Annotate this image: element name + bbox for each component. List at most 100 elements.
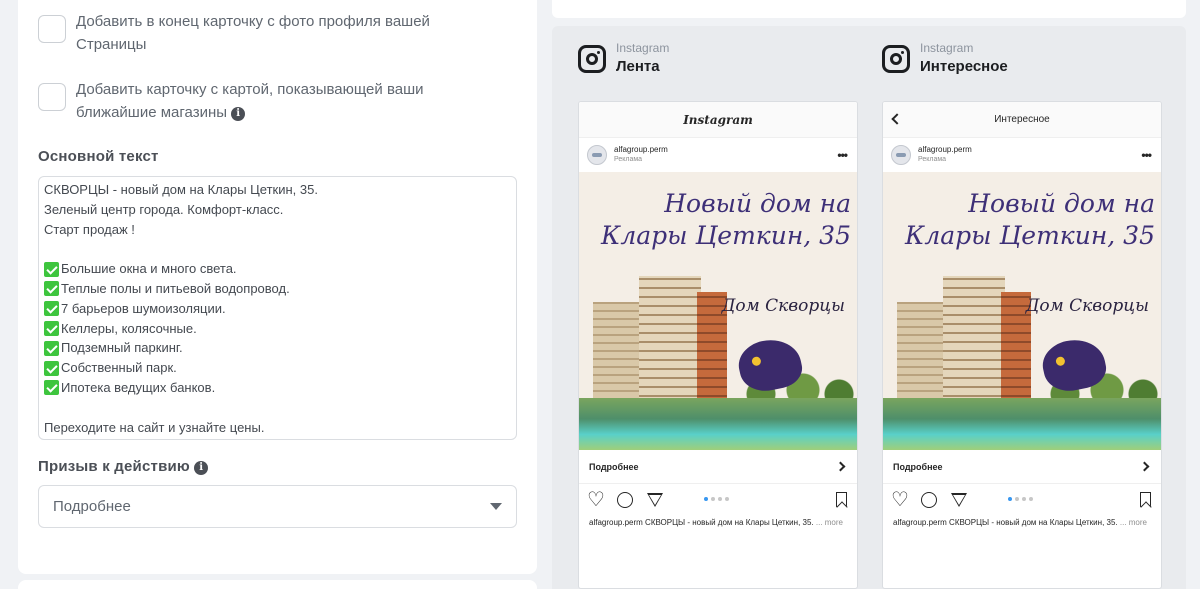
- carousel-pager: [1008, 497, 1033, 501]
- primary-text-line: Теплые полы и питьевой водопровод.: [44, 279, 511, 299]
- profile-card-label: Добавить в конец карточку с фото профиля…: [76, 13, 430, 53]
- map-card-checkbox[interactable]: [38, 83, 66, 111]
- ad-creative-image: Новый дом на Клары Цеткин, 35 Дом Скворц…: [579, 172, 857, 450]
- creative-headline: Новый дом на Клары Цеткин, 35: [905, 189, 1155, 250]
- primary-text-line: Келлеры, колясочные.: [44, 319, 511, 339]
- platform-name: Instagram: [920, 41, 974, 55]
- heart-icon[interactable]: [891, 492, 909, 508]
- bookmark-icon[interactable]: [836, 492, 847, 507]
- caption-more-link[interactable]: ... more: [816, 518, 843, 527]
- brand-logo-text: Дом Скворцы: [721, 296, 845, 316]
- more-options-icon[interactable]: •••: [1141, 148, 1152, 162]
- caption-text: СКВОРЦЫ - новый дом на Клары Цеткин, 35.: [645, 518, 814, 527]
- comment-icon[interactable]: [921, 492, 937, 508]
- primary-text-line: Подземный паркинг.: [44, 338, 511, 358]
- primary-text-line-content: Собственный парк.: [61, 360, 177, 376]
- map-card-label-text: Добавить карточку с картой, показывающей…: [76, 81, 424, 121]
- instagram-icon: [882, 45, 910, 73]
- carousel-pager: [704, 497, 729, 501]
- back-chevron-icon[interactable]: [891, 113, 903, 125]
- creative-headline: Новый дом на Клары Цеткин, 35: [601, 189, 851, 250]
- post-actions: [579, 484, 857, 516]
- cta-select[interactable]: Подробнее: [38, 485, 517, 528]
- park-illustration: [883, 398, 1161, 450]
- more-options-icon[interactable]: •••: [837, 148, 848, 162]
- sponsored-label: Реклама: [614, 156, 643, 163]
- chevron-right-icon: [1139, 461, 1150, 472]
- primary-text-line: Большие окна и много света.: [44, 259, 511, 279]
- brand-logo-text: Дом Скворцы: [1025, 296, 1149, 316]
- bookmark-icon[interactable]: [1140, 492, 1151, 507]
- cta-text: Подробнее: [893, 461, 943, 472]
- chevron-right-icon: [835, 461, 846, 472]
- cta-bar[interactable]: Подробнее: [579, 450, 857, 484]
- comment-icon[interactable]: [617, 492, 633, 508]
- ad-preview-panel: Instagram Лента Instagram alfagroup.perm…: [552, 26, 1186, 589]
- explore-preview[interactable]: Интересное alfagroup.perm Реклама ••• Но…: [882, 101, 1162, 589]
- heart-icon[interactable]: [587, 492, 605, 508]
- cta-text: Подробнее: [589, 461, 639, 472]
- preview-explore-header: Instagram Интересное: [882, 40, 1008, 78]
- primary-text-line-content: Переходите на сайт и узнайте цены.: [44, 419, 265, 435]
- primary-text-line-content: Большие окна и много света.: [61, 261, 237, 277]
- check-emoji-icon: [44, 320, 59, 336]
- sponsored-label: Реклама: [918, 156, 947, 163]
- caption-more-link[interactable]: ... more: [1120, 518, 1147, 527]
- cta-select-value: Подробнее: [53, 498, 131, 515]
- share-icon[interactable]: [951, 493, 967, 507]
- primary-text-line: СКВОРЦЫ - новый дом на Клары Цеткин, 35.: [44, 180, 511, 200]
- ig-wordmark: Instagram: [683, 112, 753, 127]
- ig-top-bar: Интересное: [883, 102, 1161, 138]
- primary-text-line: [44, 239, 511, 259]
- caption-account: alfagroup.perm: [589, 518, 643, 527]
- check-emoji-icon: [44, 281, 59, 297]
- primary-text-line: Переходите на сайт и узнайте цены.: [44, 418, 511, 438]
- caption-text: СКВОРЦЫ - новый дом на Клары Цеткин, 35.: [949, 518, 1118, 527]
- ad-creative-image: Новый дом на Клары Цеткин, 35 Дом Скворц…: [883, 172, 1161, 450]
- park-illustration: [579, 398, 857, 450]
- instagram-icon: [578, 45, 606, 73]
- primary-text-line: Зеленый центр города. Комфорт-класс.: [44, 200, 511, 220]
- placement-name: Интересное: [920, 58, 1008, 75]
- primary-text-line-content: Теплые полы и питьевой водопровод.: [61, 280, 290, 296]
- share-icon[interactable]: [647, 493, 663, 507]
- check-emoji-icon: [44, 261, 59, 277]
- ig-top-bar: Instagram: [579, 102, 857, 138]
- preview-feed-header: Instagram Лента: [578, 40, 669, 78]
- platform-name: Instagram: [616, 41, 670, 55]
- primary-text-line: 7 барьеров шумоизоляции.: [44, 299, 511, 319]
- post-caption: alfagroup.perm СКВОРЦЫ - новый дом на Кл…: [579, 516, 857, 530]
- placement-name: Лента: [616, 58, 660, 75]
- primary-text-line-content: Старт продаж !: [44, 221, 135, 237]
- cta-label-text: Призыв к действию: [38, 458, 190, 475]
- primary-text-line-content: 7 барьеров шумоизоляции.: [61, 300, 226, 316]
- post-header: alfagroup.perm Реклама •••: [579, 138, 857, 172]
- primary-text-line: [44, 398, 511, 418]
- post-caption: alfagroup.perm СКВОРЦЫ - новый дом на Кл…: [883, 516, 1161, 530]
- caption-account: alfagroup.perm: [893, 518, 947, 527]
- avatar: [587, 145, 607, 165]
- preview-header-card: [552, 0, 1186, 18]
- check-emoji-icon: [44, 360, 59, 376]
- map-card-option[interactable]: Добавить карточку с картой, показывающей…: [38, 78, 496, 124]
- primary-text-field[interactable]: СКВОРЦЫ - новый дом на Клары Цеткин, 35.…: [38, 176, 517, 440]
- profile-card-checkbox[interactable]: [38, 15, 66, 43]
- profile-card-option[interactable]: Добавить в конец карточку с фото профиля…: [38, 10, 496, 56]
- info-icon[interactable]: i: [194, 461, 209, 475]
- primary-text-line: Старт продаж !: [44, 220, 511, 240]
- map-card-label: Добавить карточку с картой, показывающей…: [76, 78, 496, 124]
- feed-preview[interactable]: Instagram alfagroup.perm Реклама ••• Нов…: [578, 101, 858, 589]
- cta-label: Призыв к действию i: [38, 458, 209, 475]
- check-emoji-icon: [44, 301, 59, 317]
- caret-down-icon: [490, 503, 502, 510]
- primary-text-line-content: Подземный паркинг.: [61, 340, 183, 356]
- primary-text-line: Собственный парк.: [44, 358, 511, 378]
- primary-text-line-content: Ипотека ведущих банков.: [61, 379, 216, 395]
- ad-creative-panel: Добавить в конец карточку с фото профиля…: [18, 0, 537, 574]
- account-name: alfagroup.perm: [614, 145, 668, 154]
- cta-bar[interactable]: Подробнее: [883, 450, 1161, 484]
- explore-title: Интересное: [994, 114, 1050, 125]
- check-emoji-icon: [44, 340, 59, 356]
- info-icon[interactable]: i: [231, 107, 246, 121]
- post-actions: [883, 484, 1161, 516]
